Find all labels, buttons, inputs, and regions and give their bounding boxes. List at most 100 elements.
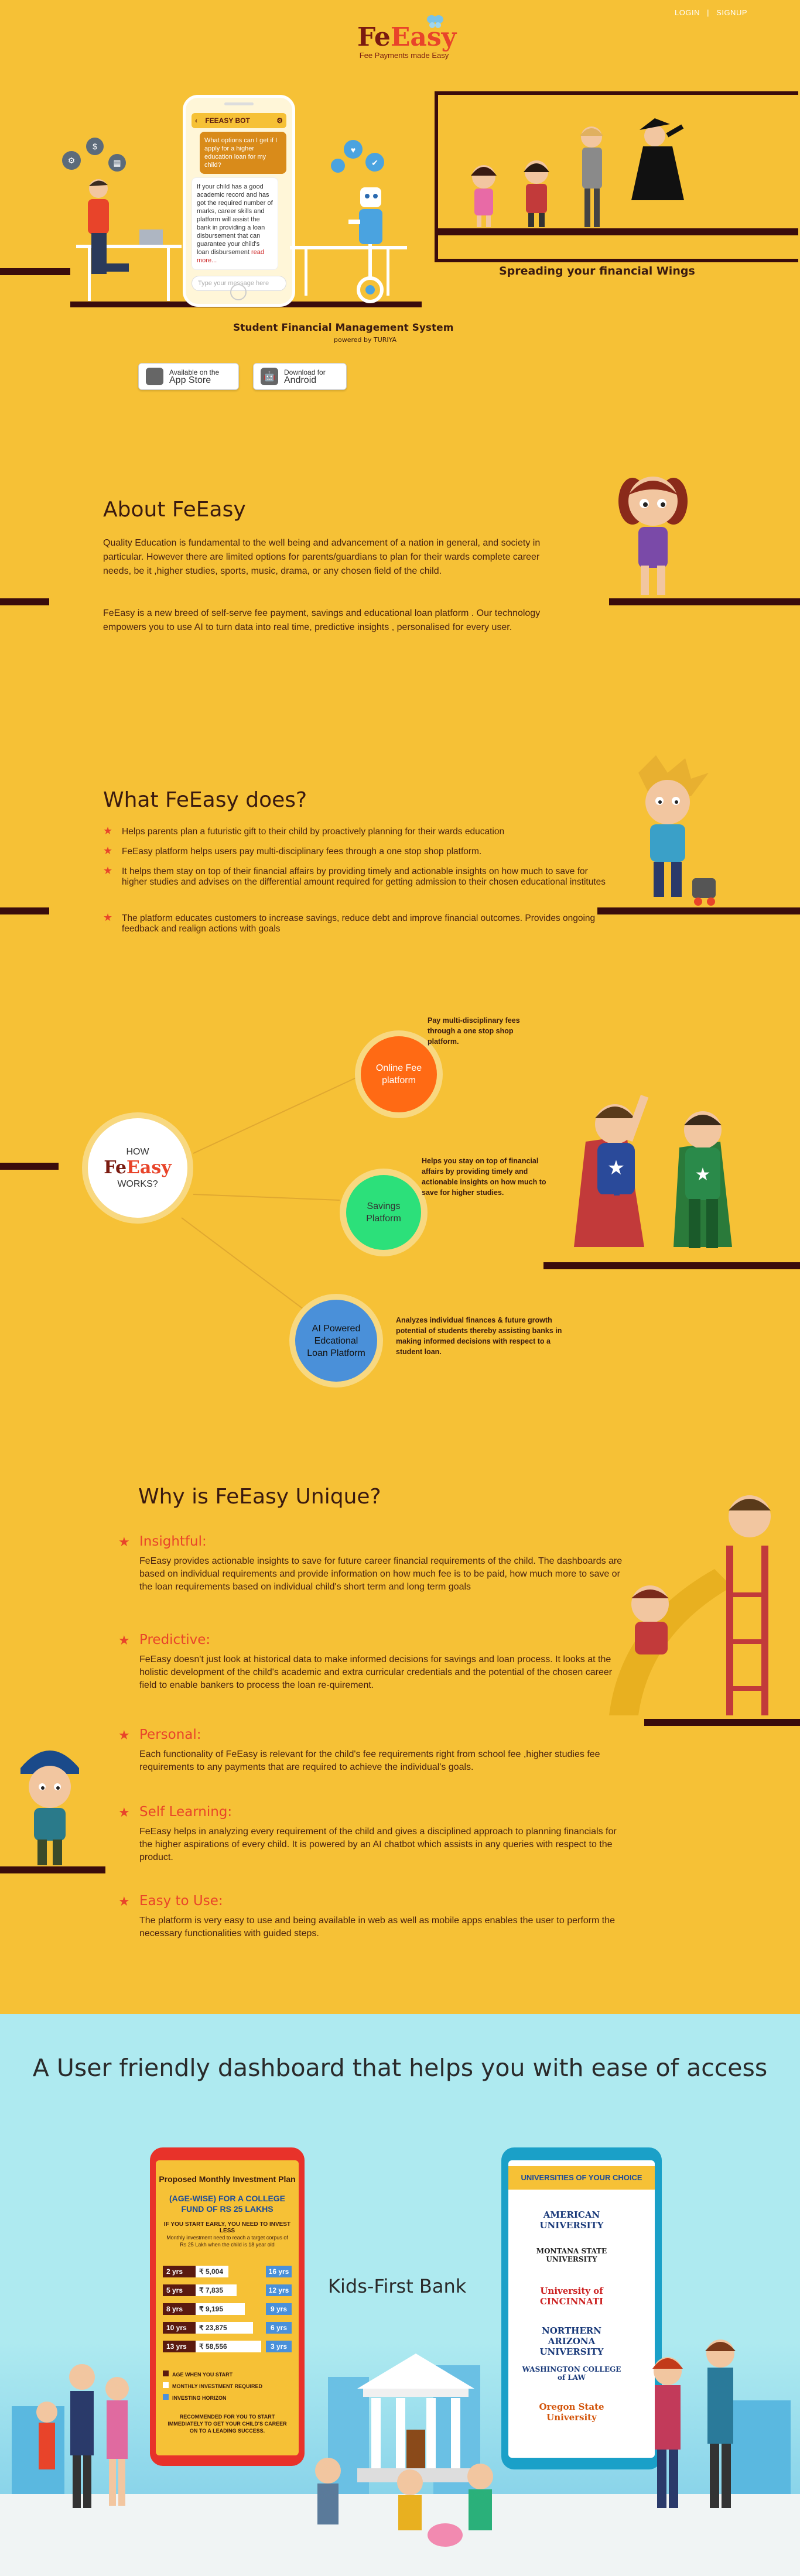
universities-title: UNIVERSITIES OF YOUR CHOICE — [508, 2166, 655, 2190]
wings-caption: Spreading your financial Wings — [499, 265, 695, 278]
plan-row-age: 10 yrs — [163, 2322, 196, 2334]
chatbot-title: FEEASY BOT — [205, 117, 250, 125]
does-bar-left — [0, 907, 49, 914]
plan-row-amount: ₹ 58,556 — [196, 2341, 261, 2352]
unique-text-personal: Each functionality of FeEasy is relevant… — [139, 1749, 600, 1772]
ai-loan-note: Analyzes individual finances & future gr… — [396, 1316, 562, 1356]
plan-title: Proposed Monthly Investment Plan — [159, 2174, 296, 2184]
login-link[interactable]: LOGIN — [675, 8, 700, 17]
logo-tagline: Fee Payments made Easy — [359, 51, 449, 60]
robot-illustration: ♥ ✔ — [290, 132, 425, 307]
back-icon[interactable]: ‹ — [195, 117, 197, 125]
plan-row-amount: ₹ 9,195 — [196, 2303, 245, 2315]
plan-row: 10 yrs ₹ 23,875 6 yrs — [163, 2322, 292, 2334]
ai-loan-platform-circle[interactable]: AI Powered Edcational Loan Platform — [289, 1294, 383, 1388]
unique-title: Why is FeEasy Unique? — [138, 1485, 381, 1509]
unique-text-insightful: FeEasy provides actionable insights to s… — [139, 1556, 623, 1592]
university-american[interactable]: AMERICAN UNIVERSITY — [519, 2210, 624, 2231]
floating-icons-left: ⚙ $ ▦ — [59, 133, 135, 180]
chat-bubble-bot: If your child has a good academic record… — [192, 177, 278, 270]
plan-note-1: IF YOU START EARLY, YOU NEED TO INVEST L… — [163, 2221, 291, 2234]
plan-row-years: 6 yrs — [266, 2322, 292, 2334]
family-illustration — [23, 2342, 152, 2517]
unique-heading-insightful: Insightful: — [118, 1534, 207, 1550]
plan-row-amount: ₹ 5,004 — [196, 2266, 228, 2277]
plan-row-age: 2 yrs — [163, 2266, 196, 2277]
does-item: Helps parents plan a futuristic gift to … — [103, 825, 614, 837]
about-paragraph-1: Quality Education is fundamental to the … — [103, 538, 541, 576]
plan-row-years: 9 yrs — [266, 2303, 292, 2315]
university-northern-arizona[interactable]: NORTHERN ARIZONA UNIVERSITY — [519, 2325, 624, 2357]
nav-divider: | — [707, 8, 710, 17]
superhero-kids-illustration: ★ ★ — [562, 1071, 750, 1265]
unique-heading-personal: Personal: — [118, 1727, 201, 1743]
svg-text:★: ★ — [695, 1165, 711, 1184]
android-icon: 🤖 — [261, 368, 278, 385]
how-brand: FeEasy — [104, 1157, 172, 1178]
dashboard-title: A User friendly dashboard that helps you… — [32, 2054, 768, 2082]
students-illustration-right — [633, 2324, 761, 2517]
unique-heading-easy-to-use: Easy to Use: — [118, 1893, 223, 1909]
students-photo-panel — [435, 91, 798, 262]
phone-home-button[interactable] — [230, 284, 247, 300]
powered-by: powered by TURIYA — [334, 336, 397, 344]
chatbot-phone-mockup: ‹ FEEASY BOT ⚙ What options can I get if… — [183, 95, 295, 307]
legend-item: INVESTING HORIZON — [163, 2392, 292, 2404]
bot-gear-icon[interactable]: ⚙ — [276, 117, 283, 125]
unique-text-easy-to-use: The platform is very easy to use and bei… — [139, 1916, 615, 1938]
unique-text-self-learning: FeEasy helps in analyzing every requirem… — [139, 1827, 617, 1862]
plan-row-years: 3 yrs — [266, 2341, 292, 2352]
plan-row: 13 yrs ₹ 58,556 3 yrs — [163, 2341, 292, 2352]
app-store-button[interactable]: Available on the App Store — [138, 363, 239, 390]
girl-with-pigtails-illustration — [615, 466, 691, 601]
boy-with-robot-illustration — [627, 755, 720, 909]
about-bar-left — [0, 598, 49, 605]
plan-row-years: 16 yrs — [266, 2266, 292, 2277]
plan-subtitle: (AGE-WISE) FOR A COLLEGE FUND OF RS 25 L… — [169, 2194, 286, 2214]
investment-plan-screen: Proposed Monthly Investment Plan (AGE-WI… — [156, 2160, 299, 2455]
online-fee-note: Pay multi-disciplinary fees through a on… — [428, 1016, 520, 1046]
university-washington-law[interactable]: WASHINGTON COLLEGE of LAW — [519, 2365, 624, 2382]
kids-with-piggy-bank-illustration — [305, 2435, 539, 2564]
chatbot-header: ‹ FEEASY BOT ⚙ — [192, 113, 286, 128]
plan-footer: RECOMMENDED FOR YOU TO START IMMEDIATELY… — [167, 2414, 287, 2434]
plan-row: 8 yrs ₹ 9,195 9 yrs — [163, 2303, 292, 2315]
about-paragraph-2: FeEasy is a new breed of self-serve fee … — [103, 608, 541, 632]
butterfly-icon — [426, 14, 444, 29]
svg-text:⚙: ⚙ — [68, 156, 76, 165]
unique-heading-self-learning: Self Learning: — [118, 1804, 232, 1820]
feeasy-logo[interactable]: FeEasy Fee Payments made Easy — [357, 15, 456, 60]
investment-plan-phone: Proposed Monthly Investment Plan (AGE-WI… — [150, 2147, 305, 2466]
person-at-laptop-illustration — [70, 176, 182, 304]
students-illustration — [438, 118, 798, 235]
legend-item: MONTHLY INVESTMENT REQUIRED — [163, 2380, 292, 2392]
ai-loan-label: AI Powered Edcational Loan Platform — [307, 1323, 365, 1358]
dashboard-section: A User friendly dashboard that helps you… — [0, 2014, 800, 2576]
does-title: What FeEasy does? — [103, 788, 307, 812]
savings-platform-circle[interactable]: Savings Platform — [340, 1169, 428, 1256]
plan-row-age: 5 yrs — [163, 2284, 196, 2296]
svg-text:▦: ▦ — [113, 158, 121, 167]
hero-ground-bar-left — [0, 268, 70, 275]
savings-label: Savings Platform — [366, 1201, 401, 1224]
does-item: The platform educates customers to incre… — [103, 912, 614, 934]
unique-text-predictive: FeEasy doesn't just look at historical d… — [139, 1654, 613, 1690]
plan-row-age: 8 yrs — [163, 2303, 196, 2315]
university-cincinnati[interactable]: University of CINCINNATI — [519, 2286, 624, 2307]
about-title: About FeEasy — [103, 498, 246, 522]
unique-heading-predictive: Predictive: — [118, 1632, 210, 1648]
svg-text:★: ★ — [607, 1157, 625, 1179]
university-montana[interactable]: MONTANA STATE UNIVERSITY — [519, 2247, 624, 2263]
signup-link[interactable]: SIGNUP — [716, 8, 747, 17]
system-title: Student Financial Management System — [233, 322, 454, 334]
bank-label: Kids-First Bank — [328, 2275, 467, 2297]
plan-legend: AGE WHEN YOU START MONTHLY INVESTMENT RE… — [163, 2369, 292, 2404]
phone-speaker — [224, 102, 254, 105]
savings-note: Helps you stay on top of financial affai… — [422, 1157, 546, 1197]
android-button[interactable]: 🤖 Download for Android — [253, 363, 347, 390]
svg-text:♥: ♥ — [351, 145, 355, 155]
boy-with-cap-illustration — [12, 1739, 88, 1868]
apple-icon — [146, 368, 163, 385]
chat-bubble-user: What options can I get if I apply for a … — [200, 132, 286, 174]
university-oregon-state[interactable]: Oregon State University — [519, 2402, 624, 2423]
